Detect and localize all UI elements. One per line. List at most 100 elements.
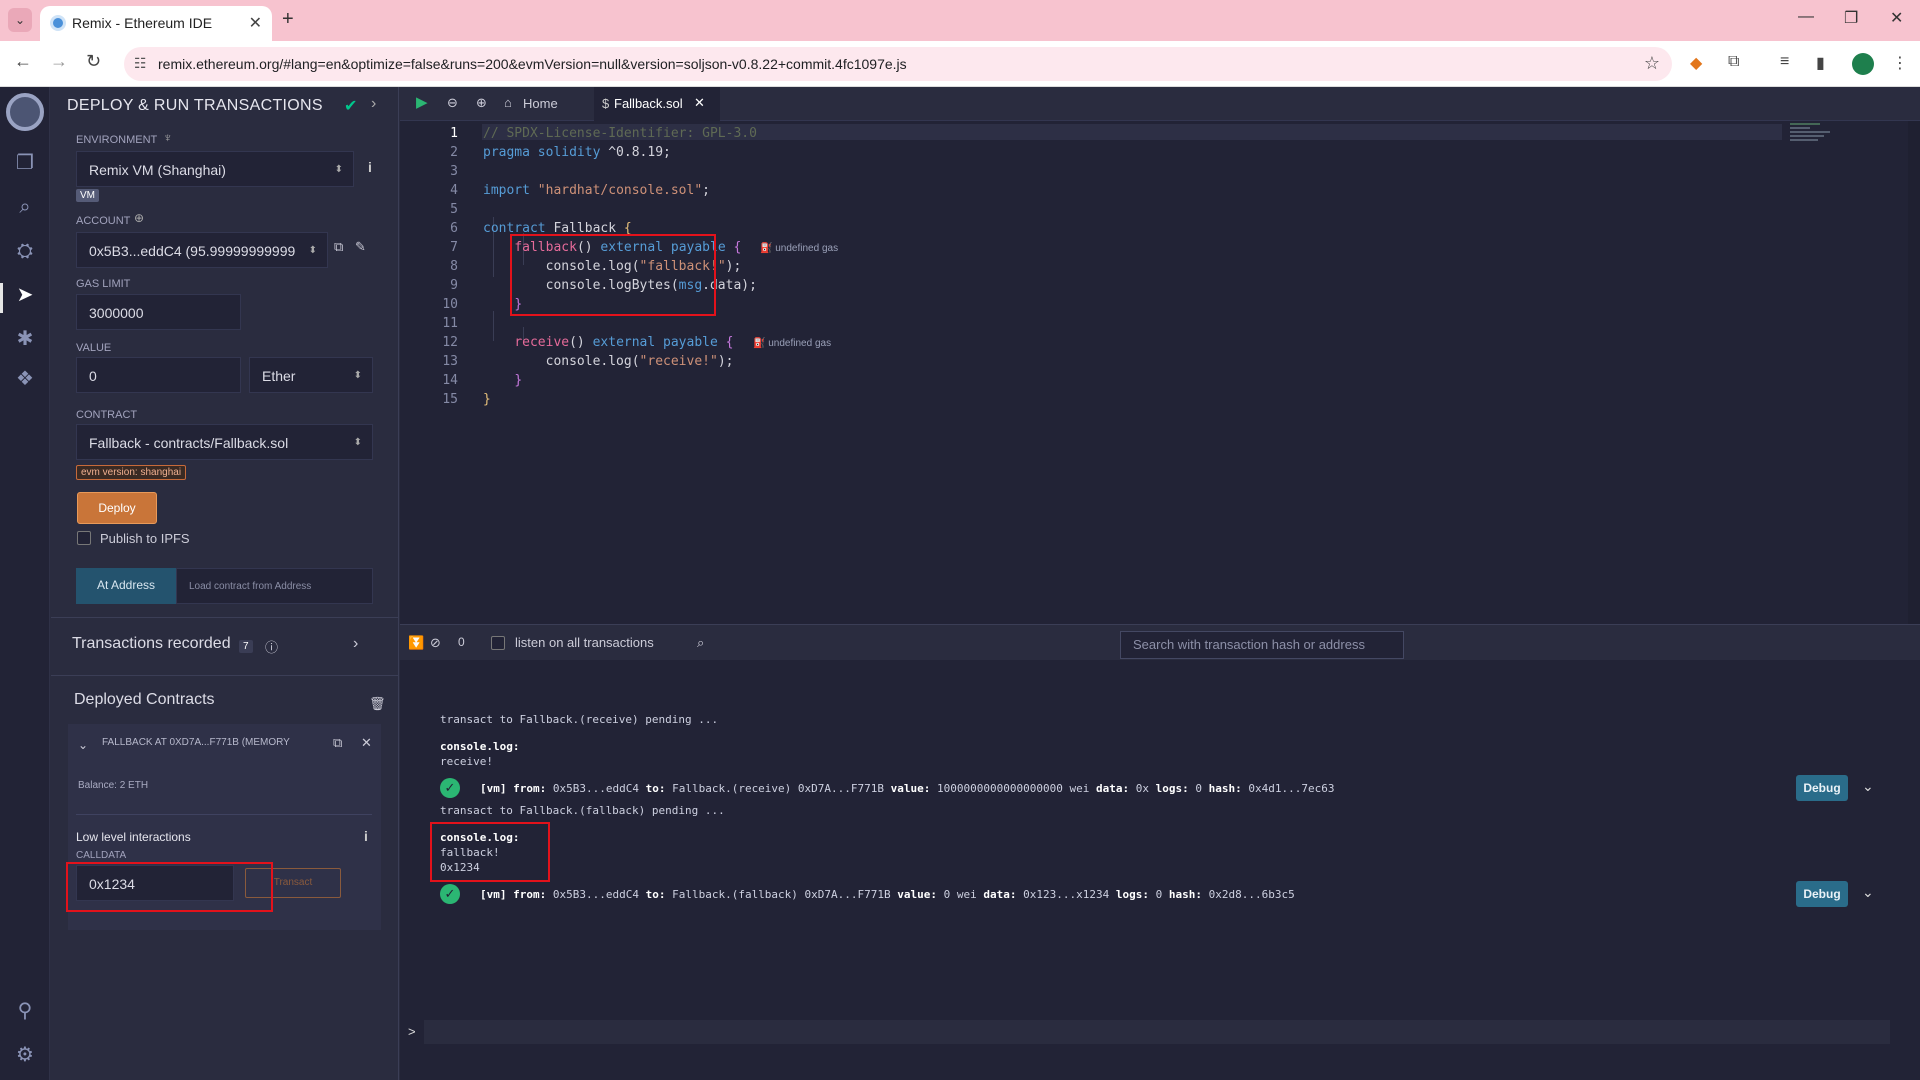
terminal-input[interactable] <box>424 1020 1890 1044</box>
value-input[interactable]: 0 <box>76 357 241 393</box>
code-editor[interactable]: 1 2 3 4 5 6 7 8 9 10 11 12 13 14 15 // S… <box>400 121 1920 624</box>
tx-summary-receive[interactable]: [vm] from: 0x5B3...eddC4 to: Fallback.(r… <box>480 782 1334 795</box>
file-explorer-icon[interactable]: ❐ <box>13 151 37 175</box>
back-icon[interactable]: ← <box>14 51 32 72</box>
restore-icon[interactable]: ❐ <box>1844 8 1858 28</box>
settings-gear-icon[interactable]: ⚙ <box>13 1043 37 1067</box>
info-icon[interactable]: i <box>368 159 372 175</box>
remove-instance-icon[interactable]: ✕ <box>361 735 372 751</box>
site-info-icon[interactable]: ☷ <box>134 55 147 72</box>
publish-ipfs-label: Publish to IPFS <box>100 531 190 546</box>
value-amount: 0 <box>89 368 97 384</box>
minimize-icon[interactable]: — <box>1798 8 1814 26</box>
chevron-down-icon[interactable]: ⌄ <box>1862 778 1874 795</box>
plugin-manager-icon[interactable]: ⚲ <box>13 999 37 1023</box>
file-tab-active[interactable]: $ Fallback.sol ✕ <box>594 87 720 121</box>
minimap[interactable] <box>1790 121 1850 161</box>
tx-summary-fallback[interactable]: [vm] from: 0x5B3...eddC4 to: Fallback.(f… <box>480 888 1295 901</box>
deploy-button[interactable]: Deploy <box>77 492 157 524</box>
debug-button[interactable]: Debug <box>1796 881 1848 907</box>
run-script-icon[interactable]: ▶ <box>416 93 428 111</box>
metamask-extension-icon[interactable]: ◆ <box>1690 53 1702 73</box>
from-value: 0x5B3...eddC4 <box>552 888 639 901</box>
environment-select[interactable]: Remix VM (Shanghai) ⬍ <box>76 151 354 187</box>
deployed-instance-title[interactable]: FALLBACK AT 0XD7A...F771B (MEMORY <box>102 737 290 748</box>
remix-logo-icon[interactable] <box>6 93 44 131</box>
reload-icon[interactable]: ↻ <box>86 51 101 72</box>
value-unit-select[interactable]: Ether ⬍ <box>249 357 373 393</box>
listen-all-checkbox[interactable] <box>491 636 505 650</box>
media-control-icon[interactable]: ≡ <box>1780 53 1789 71</box>
line-number: 15 <box>442 392 458 407</box>
code-line: import "hardhat/console.sol"; <box>483 183 710 198</box>
copy-icon[interactable]: ⧉ <box>334 239 343 255</box>
search-icon[interactable]: ⌕ <box>13 195 37 219</box>
check-icon: ✔ <box>344 98 358 115</box>
edit-icon[interactable]: ✎ <box>355 239 366 255</box>
solidity-file-icon: $ <box>602 96 610 111</box>
line-number: 14 <box>442 373 458 388</box>
transactions-recorded-label[interactable]: Transactions recorded <box>72 635 231 653</box>
info-circle-icon[interactable]: ⓘ <box>265 637 278 656</box>
home-tab[interactable]: Home <box>523 96 558 111</box>
gas-hint-text: undefined gas <box>768 338 832 349</box>
contract-select[interactable]: Fallback - contracts/Fallback.sol ⬍ <box>76 424 373 460</box>
chevron-right-icon[interactable]: › <box>353 635 358 653</box>
zoom-in-icon[interactable]: ⊕ <box>476 95 487 111</box>
code-line: } <box>483 392 491 407</box>
close-tab-icon[interactable]: ✕ <box>249 13 262 33</box>
chevron-down-icon[interactable]: ⌄ <box>78 738 88 752</box>
zoom-out-icon[interactable]: ⊖ <box>447 95 458 111</box>
close-window-icon[interactable]: ✕ <box>1890 8 1903 28</box>
publish-ipfs-checkbox[interactable] <box>77 531 91 545</box>
data-label: data: <box>983 888 1017 901</box>
gas-limit-input[interactable]: 3000000 <box>76 294 241 330</box>
chevron-right-icon[interactable]: › <box>371 95 376 113</box>
hash-label: hash: <box>1208 782 1242 795</box>
browser-tab-title: Remix - Ethereum IDE <box>72 15 213 31</box>
hash-label: hash: <box>1168 888 1202 901</box>
line-number: 12 <box>442 335 458 350</box>
debugger-icon[interactable]: ✱ <box>13 327 37 351</box>
success-check-icon: ✓ <box>440 778 460 798</box>
tab-list-button[interactable]: ⌄ <box>8 8 32 32</box>
code-line: } <box>514 373 523 388</box>
data-value: 0x <box>1135 782 1149 795</box>
new-tab-icon[interactable]: + <box>282 8 294 31</box>
home-icon[interactable]: ⌂ <box>504 95 512 110</box>
clear-console-icon[interactable]: ⊘ <box>430 635 441 651</box>
solidity-compiler-icon[interactable]: ⛭ <box>13 239 37 263</box>
side-panel-icon[interactable]: ▮ <box>1816 53 1825 73</box>
copy-address-icon[interactable]: ⧉ <box>333 735 342 751</box>
hash-value: 0x4d1...7ec63 <box>1248 782 1335 795</box>
environment-label: ENVIRONMENT <box>76 134 158 146</box>
trash-icon[interactable]: 🗑 <box>369 696 386 712</box>
address-bar[interactable]: ☷ remix.ethereum.org/#lang=en&optimize=f… <box>124 47 1672 81</box>
add-account-icon[interactable]: ⊕ <box>134 211 144 225</box>
browser-menu-icon[interactable]: ⋮ <box>1892 53 1908 73</box>
deploy-run-icon[interactable]: ➤ <box>13 283 37 307</box>
plugin-icon[interactable]: ❖ <box>13 367 37 391</box>
bookmark-star-icon[interactable]: ☆ <box>1644 53 1660 74</box>
chevron-down-icon[interactable]: ⌄ <box>1862 884 1874 901</box>
load-contract-address-input[interactable]: Load contract from Address <box>176 568 373 604</box>
instance-balance: Balance: 2 ETH <box>78 780 149 791</box>
profile-avatar[interactable] <box>1852 53 1874 75</box>
close-file-icon[interactable]: ✕ <box>694 95 705 111</box>
extensions-icon[interactable]: ⧉ <box>1728 53 1739 71</box>
terminal-output: transact to Fallback.(receive) pending .… <box>400 660 1920 1080</box>
forward-icon[interactable]: → <box>50 51 68 72</box>
account-select[interactable]: 0x5B3...eddC4 (95.99999999999 ⬍ <box>76 232 328 268</box>
receive-output: receive! <box>440 755 493 768</box>
collapse-terminal-icon[interactable]: ⏬ <box>408 635 424 651</box>
browser-tab[interactable]: Remix - Ethereum IDE ✕ <box>40 6 272 41</box>
transaction-search-input[interactable]: Search with transaction hash or address <box>1120 631 1404 659</box>
to-label: to: <box>645 782 666 795</box>
debug-button[interactable]: Debug <box>1796 775 1848 801</box>
info-icon[interactable]: i <box>364 828 368 844</box>
at-address-button[interactable]: At Address <box>76 568 176 604</box>
editor-scrollbar[interactable] <box>1908 121 1920 624</box>
listen-all-label: listen on all transactions <box>515 635 654 650</box>
url-text: remix.ethereum.org/#lang=en&optimize=fal… <box>158 56 907 72</box>
vm-tag: [vm] <box>480 888 507 901</box>
